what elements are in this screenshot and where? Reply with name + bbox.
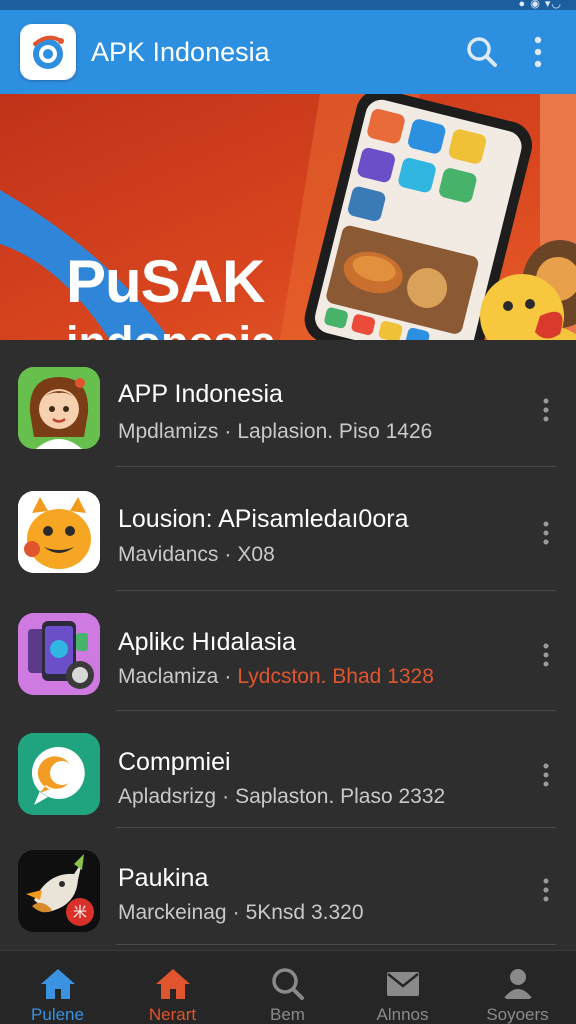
orange-monster-icon (18, 491, 100, 573)
mail-icon (385, 965, 421, 1002)
status-icons: ● ◉ ▾◡ (518, 0, 562, 10)
nav-label: Soyoers (486, 1005, 549, 1024)
girl-avatar-icon (18, 367, 100, 449)
item-more-icon[interactable] (532, 870, 560, 910)
bird-icon: 米 (18, 850, 100, 932)
phone-gadget-icon (18, 613, 100, 695)
nav-tab-alnnos[interactable]: Alnnos (345, 951, 460, 1024)
app-title: Compmiei (118, 748, 231, 776)
app-category: Mpdlamizs (118, 420, 219, 443)
list-item[interactable]: Aplikc Hıdalasia Maclamiza · Lydcston. Bha… (0, 591, 576, 709)
more-vertical-icon[interactable] (514, 28, 562, 76)
svg-text:米: 米 (73, 905, 87, 921)
bottom-navigation: Pulene Nerart Bem Alnnos Soyoers (0, 950, 576, 1024)
list-item[interactable]: Lousion: APisamledaı0ora Mavidancs · X08 (0, 467, 576, 585)
app-meta: 5Knsd 3.320 (245, 901, 364, 924)
list-item[interactable]: Compmiei Apladsrizg · Saplaston. Plaso 233… (0, 711, 576, 829)
nav-label: Alnnos (376, 1005, 429, 1024)
app-title: APK Indonesia (91, 36, 270, 67)
search-icon[interactable] (458, 28, 506, 76)
app-category: Maclamiza (118, 665, 219, 688)
banner-title: PuSAK (66, 248, 265, 315)
app-bar: APK Indonesia (0, 10, 576, 94)
app-subtitle: Maclamiza · Lydcston. Bhad 1328 (118, 665, 434, 688)
nav-label: Nerart (148, 1005, 197, 1024)
app-meta: X08 (237, 543, 275, 566)
chat-bubble-icon (18, 733, 100, 815)
item-more-icon[interactable] (532, 390, 560, 430)
app-meta: Laplasion. Piso 1426 (237, 420, 433, 443)
app-category: Apladsrizg (118, 785, 217, 808)
user-icon (500, 965, 536, 1002)
app-title: Aplikc Hıdalasia (118, 628, 296, 656)
app-list: APP Indonesia Mpdlamizs · Laplasion. Piso … (0, 340, 576, 950)
app-category: Mavidancs (118, 543, 219, 566)
app-subtitle: Mavidancs · X08 (118, 543, 275, 566)
app-meta: Saplaston. Plaso 2332 (235, 785, 446, 808)
home-icon (154, 965, 192, 1002)
divider (116, 944, 556, 945)
app-subtitle: Apladsrizg · Saplaston. Plaso 2332 (118, 785, 446, 808)
item-more-icon[interactable] (532, 755, 560, 795)
home-icon (39, 965, 77, 1002)
nav-label: Pulene (31, 1005, 84, 1024)
app-title: Lousion: APisamledaı0ora (118, 505, 409, 533)
status-bar: ● ◉ ▾◡ (0, 0, 576, 10)
app-title: Paukina (118, 864, 209, 892)
promo-banner[interactable]: PuSAK indonesia (0, 94, 576, 340)
app-subtitle: Mpdlamizs · Laplasion. Piso 1426 (118, 420, 433, 443)
search-icon (270, 965, 306, 1002)
nav-tab-bem[interactable]: Bem (230, 951, 345, 1024)
nav-label: Bem (270, 1005, 305, 1024)
nav-tab-nerart[interactable]: Nerart (115, 951, 230, 1024)
item-more-icon[interactable] (532, 513, 560, 553)
item-more-icon[interactable] (532, 635, 560, 675)
app-title: APP Indonesia (118, 380, 283, 408)
list-item[interactable]: APP Indonesia Mpdlamizs · Laplasion. Piso … (0, 340, 576, 458)
banner-subtitle: indonesia (66, 320, 276, 340)
nav-tab-pulene[interactable]: Pulene (0, 951, 115, 1024)
list-item[interactable]: 米 Paukina Marckeinag · 5Knsd 3.320 (0, 828, 576, 946)
nav-tab-soyoers[interactable]: Soyoers (460, 951, 575, 1024)
app-logo-icon[interactable] (20, 24, 76, 80)
app-category: Marckeinag (118, 901, 227, 924)
app-subtitle: Marckeinag · 5Knsd 3.320 (118, 901, 364, 924)
app-meta: Lydcston. Bhad 1328 (237, 665, 434, 688)
